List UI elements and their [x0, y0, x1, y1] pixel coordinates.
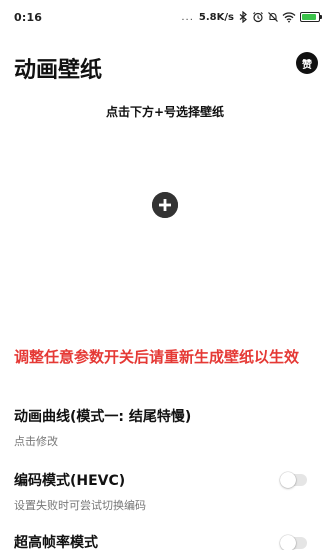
- like-button[interactable]: 赞: [296, 52, 318, 74]
- battery-level: [302, 14, 317, 20]
- bluetooth-icon: [239, 11, 247, 23]
- wifi-icon: [282, 12, 296, 23]
- mute-icon: [268, 12, 278, 22]
- alarm-icon: [253, 12, 263, 23]
- network-speed: 5.8K/s: [198, 11, 234, 23]
- status-bar: 0:16 ... 5.8K/s: [0, 0, 330, 34]
- add-wallpaper-button[interactable]: [152, 192, 178, 218]
- select-wallpaper-hint: 点击下方+号选择壁纸: [105, 105, 225, 119]
- encoding-mode-setting: 编码模式(HEVC) 设置失败时可尝试切换编码: [14, 470, 319, 513]
- plus-circle-icon: [152, 192, 178, 218]
- animation-curve-setting[interactable]: 动画曲线(模式一: 结尾特慢) 点击修改: [14, 406, 319, 449]
- regenerate-warning: 调整任意参数开关后请重新生成壁纸以生效: [14, 348, 300, 366]
- status-time: 0:16: [14, 11, 43, 24]
- toggle-knob: [280, 472, 296, 488]
- page-title: 动画壁纸: [14, 58, 103, 83]
- setting-title: 编码模式(HEVC): [14, 473, 126, 489]
- setting-subtitle: 设置失败时可尝试切换编码: [14, 499, 146, 512]
- setting-title: 动画曲线(模式一: 结尾特慢): [14, 409, 192, 425]
- high-framerate-setting: 超高帧率模式: [14, 532, 319, 550]
- status-dots: ...: [181, 11, 194, 23]
- status-icons: ... 5.8K/s: [181, 9, 322, 25]
- setting-title: 超高帧率模式: [14, 535, 98, 550]
- battery-icon: [300, 12, 322, 22]
- high-framerate-toggle[interactable]: [280, 535, 307, 550]
- encoding-mode-toggle[interactable]: [280, 472, 307, 488]
- setting-subtitle: 点击修改: [14, 435, 58, 448]
- toggle-knob: [280, 535, 296, 550]
